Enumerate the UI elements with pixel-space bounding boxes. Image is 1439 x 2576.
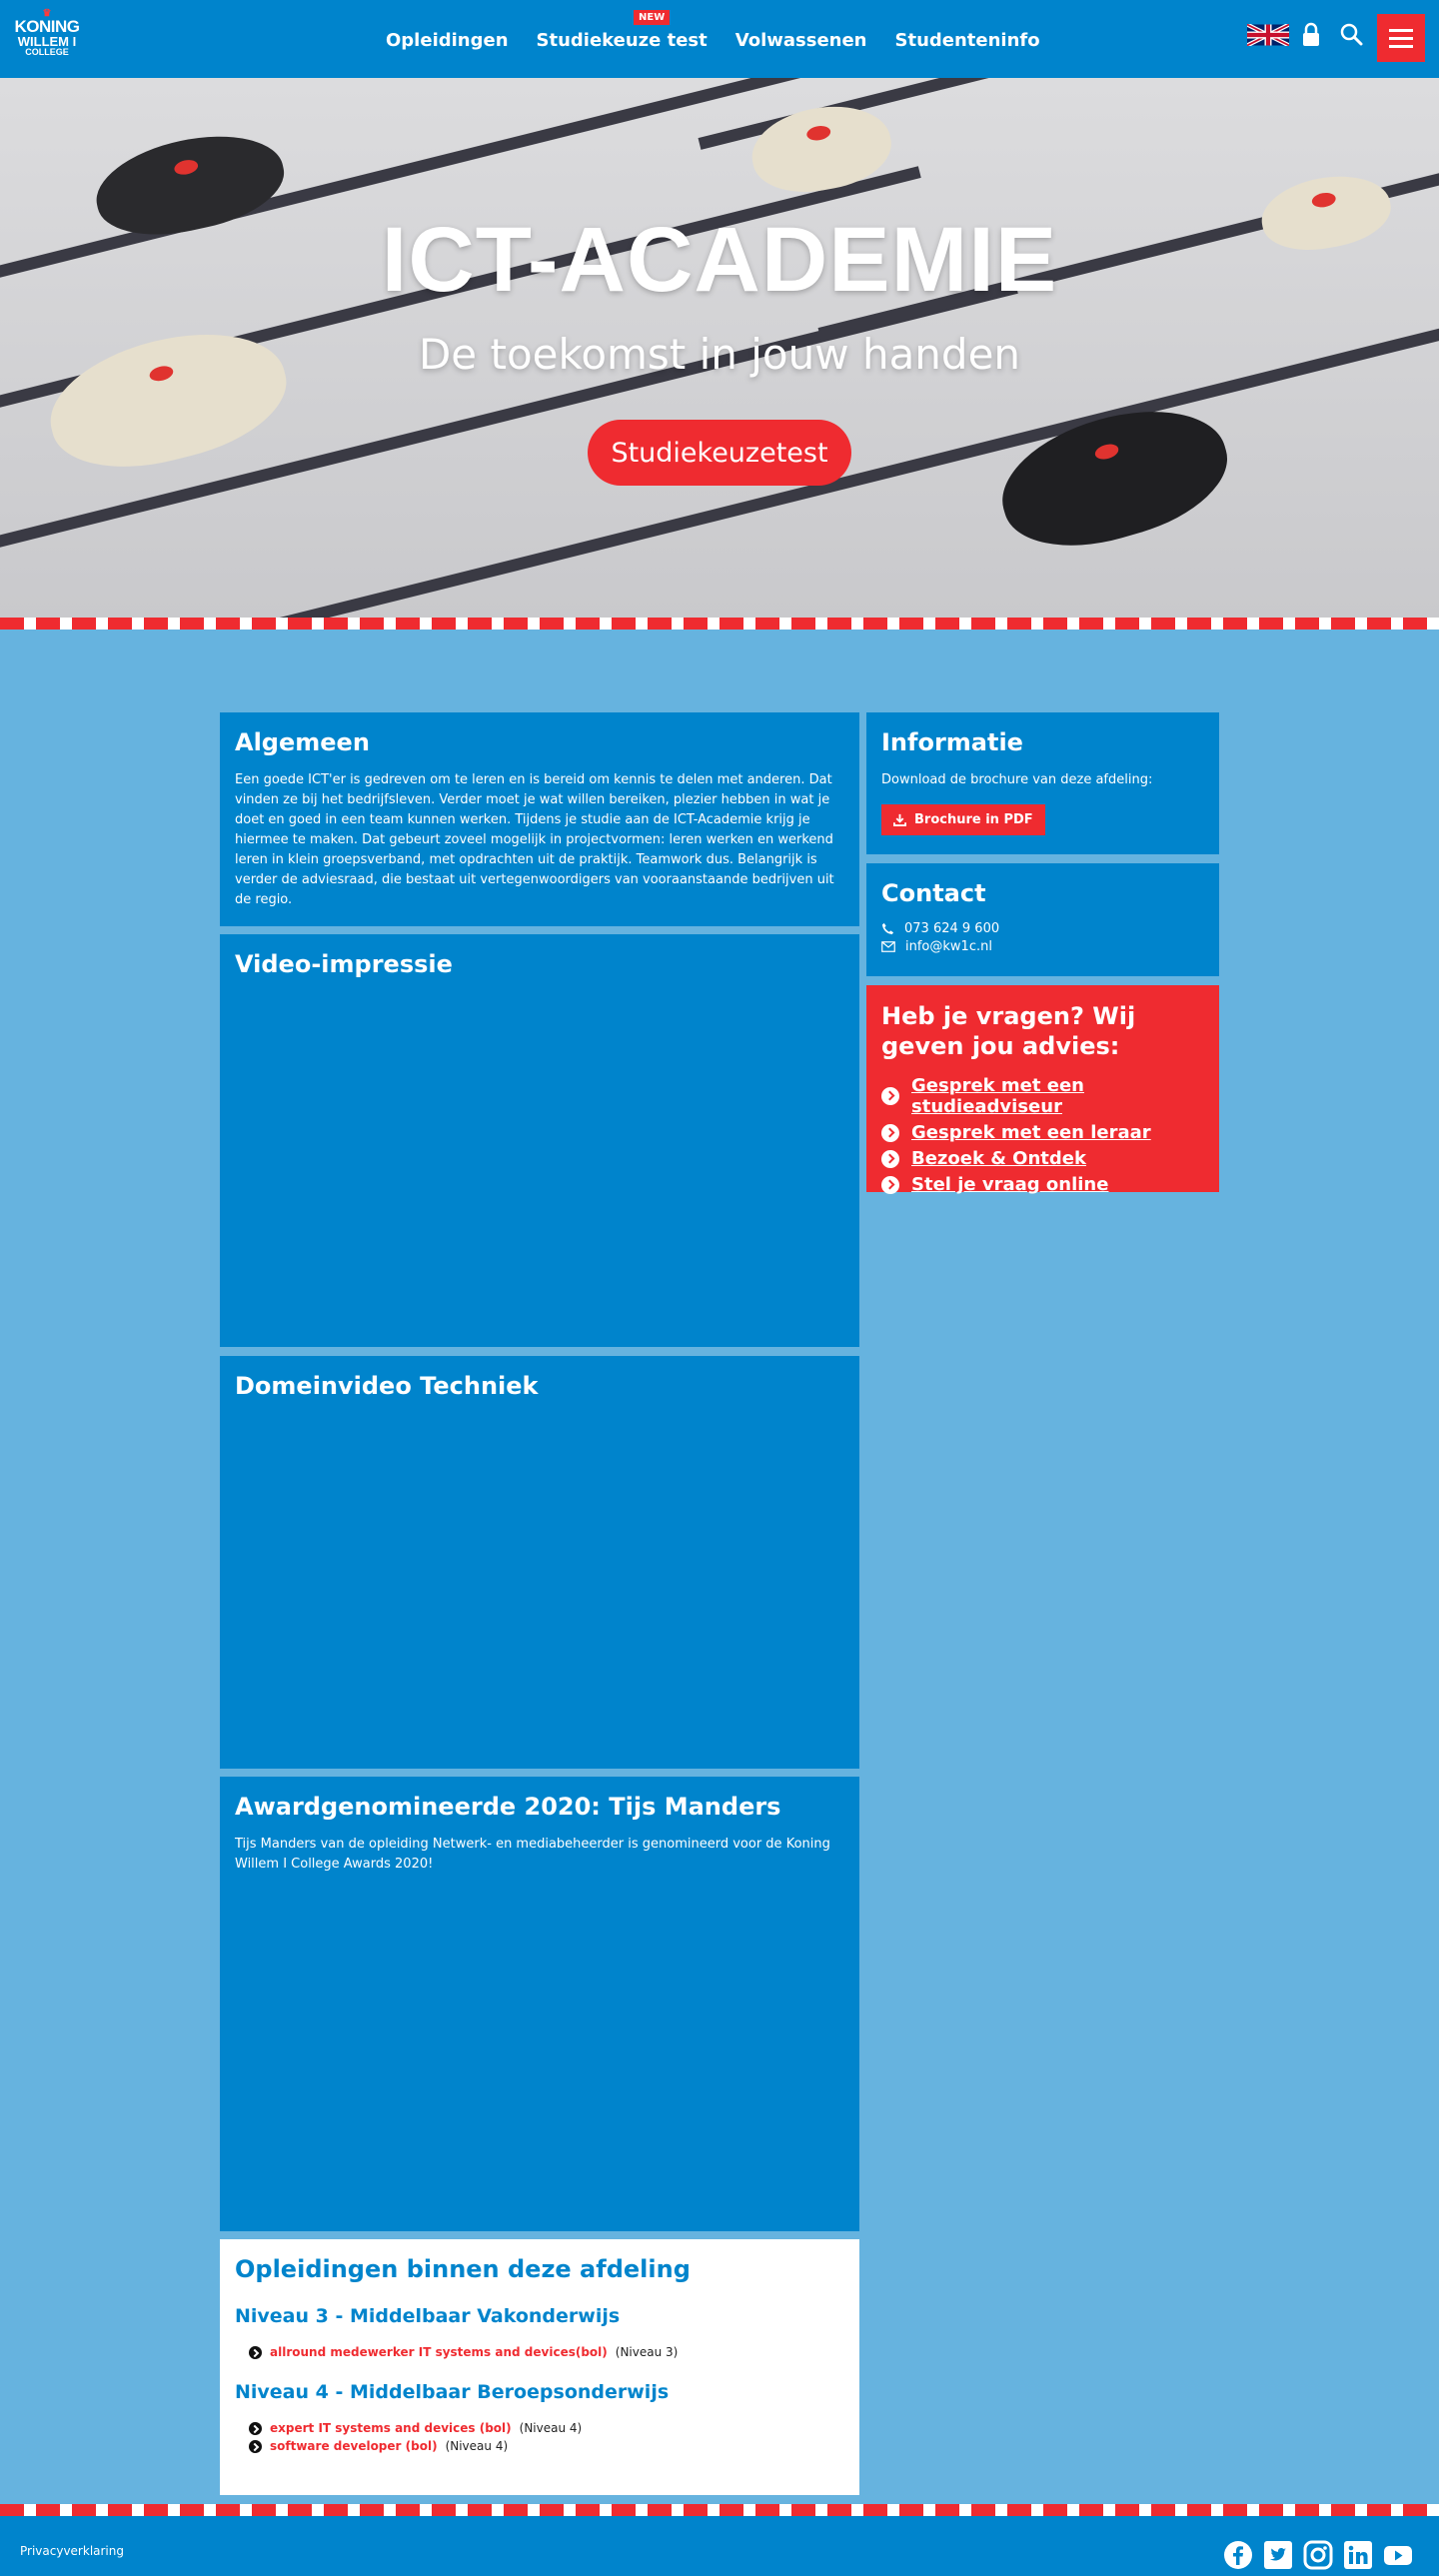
logo-line-1: KONING xyxy=(14,17,81,36)
informatie-title: Informatie xyxy=(881,728,1023,756)
chevron-circle-icon xyxy=(881,1123,899,1142)
advice-item: Bezoek & Ontdek xyxy=(881,1148,1204,1169)
contact-title: Contact xyxy=(881,879,986,907)
top-navigation-bar: ♛ KONING WILLEM I COLLEGE Opleidingen St… xyxy=(0,0,1439,78)
algemeen-card: Algemeen Een goede ICT'er is gedreven om… xyxy=(220,712,859,926)
course-link[interactable]: software developer (bol) xyxy=(270,2439,438,2453)
checkered-divider xyxy=(0,2504,1439,2516)
niveau-3-heading: Niveau 3 - Middelbaar Vakonderwijs xyxy=(235,2305,621,2327)
college-logo[interactable]: ♛ KONING WILLEM I COLLEGE xyxy=(14,9,81,68)
hamburger-line xyxy=(1389,28,1413,32)
advice-item: Stel je vraag online xyxy=(881,1174,1204,1195)
hamburger-line xyxy=(1389,36,1413,40)
search-icon[interactable] xyxy=(1339,22,1363,46)
hero-banner: ICT-ACADEMIE De toekomst in jouw handen … xyxy=(0,78,1439,618)
course-item: software developer (bol) (Niveau 4) xyxy=(235,2439,844,2453)
course-item: expert IT systems and devices (bol) (Niv… xyxy=(235,2421,844,2435)
brochure-pdf-label: Brochure in PDF xyxy=(914,812,1033,827)
nav-opleidingen[interactable]: Opleidingen xyxy=(386,30,509,51)
chevron-circle-icon xyxy=(881,1149,899,1168)
chevron-circle-icon xyxy=(249,2421,262,2435)
domeinvideo-card: Domeinvideo Techniek xyxy=(220,1356,859,1769)
video-impressie-card: Video-impressie xyxy=(220,934,859,1347)
studiekeuzetest-button[interactable]: Studiekeuzetest xyxy=(588,420,851,486)
opleidingen-card: Opleidingen binnen deze afdeling Niveau … xyxy=(220,2239,859,2495)
hamburger-menu-button[interactable] xyxy=(1377,14,1425,62)
course-link[interactable]: expert IT systems and devices (bol) xyxy=(270,2421,512,2435)
hero-title: ICT-ACADEMIE xyxy=(381,209,1058,311)
hero-subtitle: De toekomst in jouw handen xyxy=(418,330,1021,379)
video-impressie-title: Video-impressie xyxy=(235,950,453,978)
award-text: Tijs Manders van de opleiding Netwerk- e… xyxy=(235,1837,830,1872)
download-icon xyxy=(893,813,906,826)
course-level: (Niveau 3) xyxy=(615,2345,679,2359)
checkered-divider xyxy=(0,618,1439,630)
course-level: (Niveau 4) xyxy=(519,2421,583,2435)
opleidingen-title: Opleidingen binnen deze afdeling xyxy=(235,2255,691,2283)
nav-volwassenen[interactable]: Volwassenen xyxy=(735,30,867,51)
chevron-circle-icon xyxy=(881,1087,899,1105)
vragen-card: Heb je vragen? Wij geven jou advies: Ges… xyxy=(866,985,1219,1195)
uk-flag-icon[interactable] xyxy=(1247,24,1289,46)
chevron-circle-icon xyxy=(249,2439,262,2453)
course-link[interactable]: allround medewerker IT systems and devic… xyxy=(270,2345,608,2359)
nav-studiekeuze-test[interactable]: Studiekeuze test xyxy=(537,30,708,51)
algemeen-title: Algemeen xyxy=(235,728,370,756)
contact-card: Contact 073 624 9 600 info@kw1c.nl xyxy=(866,863,1219,976)
contact-phone[interactable]: 073 624 9 600 xyxy=(881,921,1204,936)
advice-link-studieadviseur[interactable]: Gesprek met een studieadviseur xyxy=(911,1075,1204,1117)
award-card: Awardgenomineerde 2020: Tijs Manders Tij… xyxy=(220,1777,859,2231)
chevron-circle-icon xyxy=(881,1175,899,1194)
hamburger-line xyxy=(1389,44,1413,48)
nav-studenteninfo[interactable]: Studenteninfo xyxy=(895,30,1040,51)
main-nav: Opleidingen Studiekeuze test Volwassenen… xyxy=(386,30,1040,51)
informatie-card: Informatie Download de brochure van deze… xyxy=(866,712,1219,854)
facebook-icon[interactable] xyxy=(1223,2540,1253,2570)
niveau-4-heading: Niveau 4 - Middelbaar Beroepsonderwijs xyxy=(235,2381,670,2403)
phone-number: 073 624 9 600 xyxy=(904,921,1000,936)
phone-icon xyxy=(881,922,894,935)
course-level: (Niveau 4) xyxy=(445,2439,509,2453)
award-title: Awardgenomineerde 2020: Tijs Manders xyxy=(235,1793,781,1821)
brochure-pdf-button[interactable]: Brochure in PDF xyxy=(881,804,1045,835)
twitter-icon[interactable] xyxy=(1263,2540,1293,2570)
advice-link-bezoek[interactable]: Bezoek & Ontdek xyxy=(911,1148,1086,1169)
linkedin-icon[interactable] xyxy=(1343,2540,1373,2570)
course-item: allround medewerker IT systems and devic… xyxy=(235,2345,844,2359)
new-badge: NEW xyxy=(634,10,671,25)
lock-icon[interactable] xyxy=(1301,22,1321,48)
chevron-circle-icon xyxy=(249,2345,262,2359)
privacy-link[interactable]: Privacyverklaring xyxy=(20,2544,124,2558)
youtube-icon[interactable] xyxy=(1383,2540,1413,2570)
advice-item: Gesprek met een leraar xyxy=(881,1122,1204,1143)
informatie-text: Download de brochure van deze afdeling: xyxy=(881,772,1153,787)
advice-link-online[interactable]: Stel je vraag online xyxy=(911,1174,1108,1195)
vragen-title: Heb je vragen? Wij geven jou advies: xyxy=(881,1002,1136,1060)
logo-line-3: COLLEGE xyxy=(25,47,69,57)
domeinvideo-title: Domeinvideo Techniek xyxy=(235,1372,539,1400)
email-address: info@kw1c.nl xyxy=(905,939,992,954)
algemeen-text: Een goede ICT'er is gedreven om te leren… xyxy=(235,772,834,907)
mail-icon xyxy=(881,941,895,952)
hero-mouse-black xyxy=(986,388,1242,568)
advice-link-leraar[interactable]: Gesprek met een leraar xyxy=(911,1122,1151,1143)
contact-email[interactable]: info@kw1c.nl xyxy=(881,939,1204,954)
advice-item: Gesprek met een studieadviseur xyxy=(881,1075,1204,1117)
instagram-icon[interactable] xyxy=(1303,2540,1333,2570)
footer: Privacyverklaring xyxy=(0,2516,1439,2576)
advice-list: Gesprek met een studieadviseur Gesprek m… xyxy=(881,1075,1204,1195)
